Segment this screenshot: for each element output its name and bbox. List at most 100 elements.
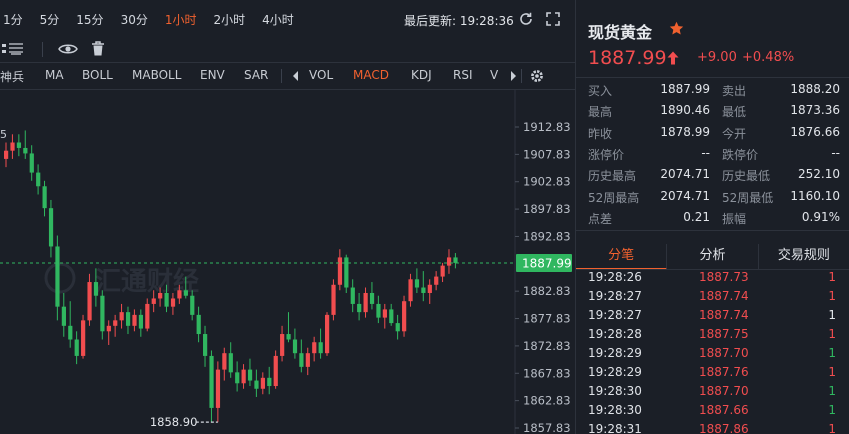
candle-body [164,292,169,307]
candle-body [382,309,387,318]
candlestick-chart[interactable]: 汇通财经 1912.83 1907.83 1902.83 1897.83 1892.83 1… [0,90,575,434]
stat-value: 1160.10 [790,188,840,203]
indicator-tab[interactable]: 神兵 [0,68,24,85]
indicator-tab[interactable]: BOLL [82,68,113,82]
candle-body [125,312,131,326]
stat-value: 1890.46 [660,103,710,118]
candle-body [106,325,111,332]
period-tab[interactable]: 15分 [76,11,103,28]
favorite-star-icon[interactable] [669,21,684,36]
scroll-left-icon[interactable] [292,71,300,81]
candle-body [36,172,41,187]
scroll-right-icon[interactable] [509,71,517,81]
tick-row: 19:28:30 1887.70 1 [576,384,849,403]
instrument-name: 现货黄金 [588,23,653,42]
price-axis-label: 1892.83 [523,229,571,243]
eye-icon[interactable] [58,41,78,57]
period-tab[interactable]: 30分 [121,11,148,28]
layers-icon[interactable] [2,41,24,57]
candle-body [440,265,445,277]
candle-body [421,287,426,293]
fullscreen-icon[interactable] [545,11,561,27]
quote-tab[interactable]: 交易规则 [759,244,849,270]
tick-volume: 1 [828,308,836,322]
stat-label: 振幅 [722,211,747,226]
refresh-icon[interactable] [518,11,534,27]
candle-body [350,287,355,304]
candle-body [74,339,79,356]
stat-value: 1876.66 [790,124,840,139]
candle-body [100,295,105,332]
stat-label: 昨收 [588,126,613,141]
stat-label: 52周最高 [588,190,640,205]
candle-body [241,369,246,384]
trash-icon[interactable] [90,40,106,57]
indicator-tab[interactable]: MA [45,68,64,82]
gear-icon[interactable] [530,69,544,83]
indicator-tab[interactable]: RSI [453,68,473,82]
stat-value: 1878.99 [660,124,710,139]
candle-body [312,342,317,354]
indicator-tab[interactable]: MACD [353,68,389,82]
indicator-tab[interactable]: MABOLL [132,68,181,82]
drawing-tools-row [0,38,575,60]
candle-body [87,282,92,321]
candle-body [280,334,285,356]
candle-body [235,372,240,384]
candle-body [203,334,208,356]
candle-body [453,257,458,263]
stat-row: 52周最高 2074.71 52周最低 1160.10 [576,187,849,208]
period-tab[interactable]: 2小时 [213,11,245,28]
candle-body [158,292,163,299]
price-axis-label: 1882.83 [523,284,571,298]
candle-body [222,353,227,370]
last-update-label: 最后更新: 19:28:36 [404,14,514,28]
quote-tabs: 分笔 分析 交易规则 [576,244,849,270]
indicator-tab[interactable]: KDJ [411,68,432,82]
quote-tab[interactable]: 分笔 [576,244,668,270]
low-marker-label: 1858.90 [150,415,198,429]
tick-list[interactable]: 19:28:26 1887.73 1 19:28:27 1887.74 1 19:28:27… [576,270,849,434]
candle-body [132,314,137,326]
price-axis-label: 1867.83 [523,366,571,380]
indicator-tab[interactable]: SAR [244,68,268,82]
stat-value: -- [831,145,840,160]
tick-price: 1887.74 [699,308,749,322]
candle-body [177,290,182,299]
indicator-tab[interactable]: V [490,68,498,82]
chart-canvas[interactable]: 汇通财经 1912.83 1907.83 1902.83 1897.83 1892.83 1… [0,90,575,434]
period-tab[interactable]: 4小时 [262,11,294,28]
quote-tab[interactable]: 分析 [667,244,759,270]
stat-label: 跌停价 [722,147,759,162]
up-arrow-icon [667,51,679,65]
tick-price: 1887.86 [699,422,749,434]
candle-body [113,320,118,326]
indicator-tab[interactable]: ENV [200,68,225,82]
stat-row: 最高 1890.46 最低 1873.36 [576,101,849,122]
tick-time: 19:28:29 [588,346,642,360]
period-tab[interactable]: 1小时 [165,11,197,28]
candle-body [55,246,60,307]
price-change-percent: +0.48% [742,50,795,65]
tick-time: 19:28:27 [588,289,642,303]
candle-body [138,314,144,329]
candle-body [325,314,330,354]
period-tab[interactable]: 1分 [3,11,23,28]
price-axis-label: 1897.83 [523,202,571,216]
tick-time: 19:28:30 [588,384,642,398]
candle-body [273,355,278,387]
stat-value: 2074.71 [660,167,710,182]
price-axis-label: 1872.83 [523,339,571,353]
stat-label: 历史最低 [722,169,771,184]
tick-row: 19:28:27 1887.74 1 [576,308,849,327]
candle-body [286,334,291,340]
stat-value: 0.91% [801,209,840,224]
tick-row: 19:28:30 1887.66 1 [576,403,849,422]
stat-label: 卖出 [722,84,747,98]
tick-time: 19:28:28 [588,327,642,341]
candle-body [145,303,150,329]
period-tab[interactable]: 5分 [40,11,60,28]
candle-body [170,298,176,307]
indicator-tab[interactable]: VOL [309,68,333,82]
stat-value: 1888.20 [790,82,840,96]
